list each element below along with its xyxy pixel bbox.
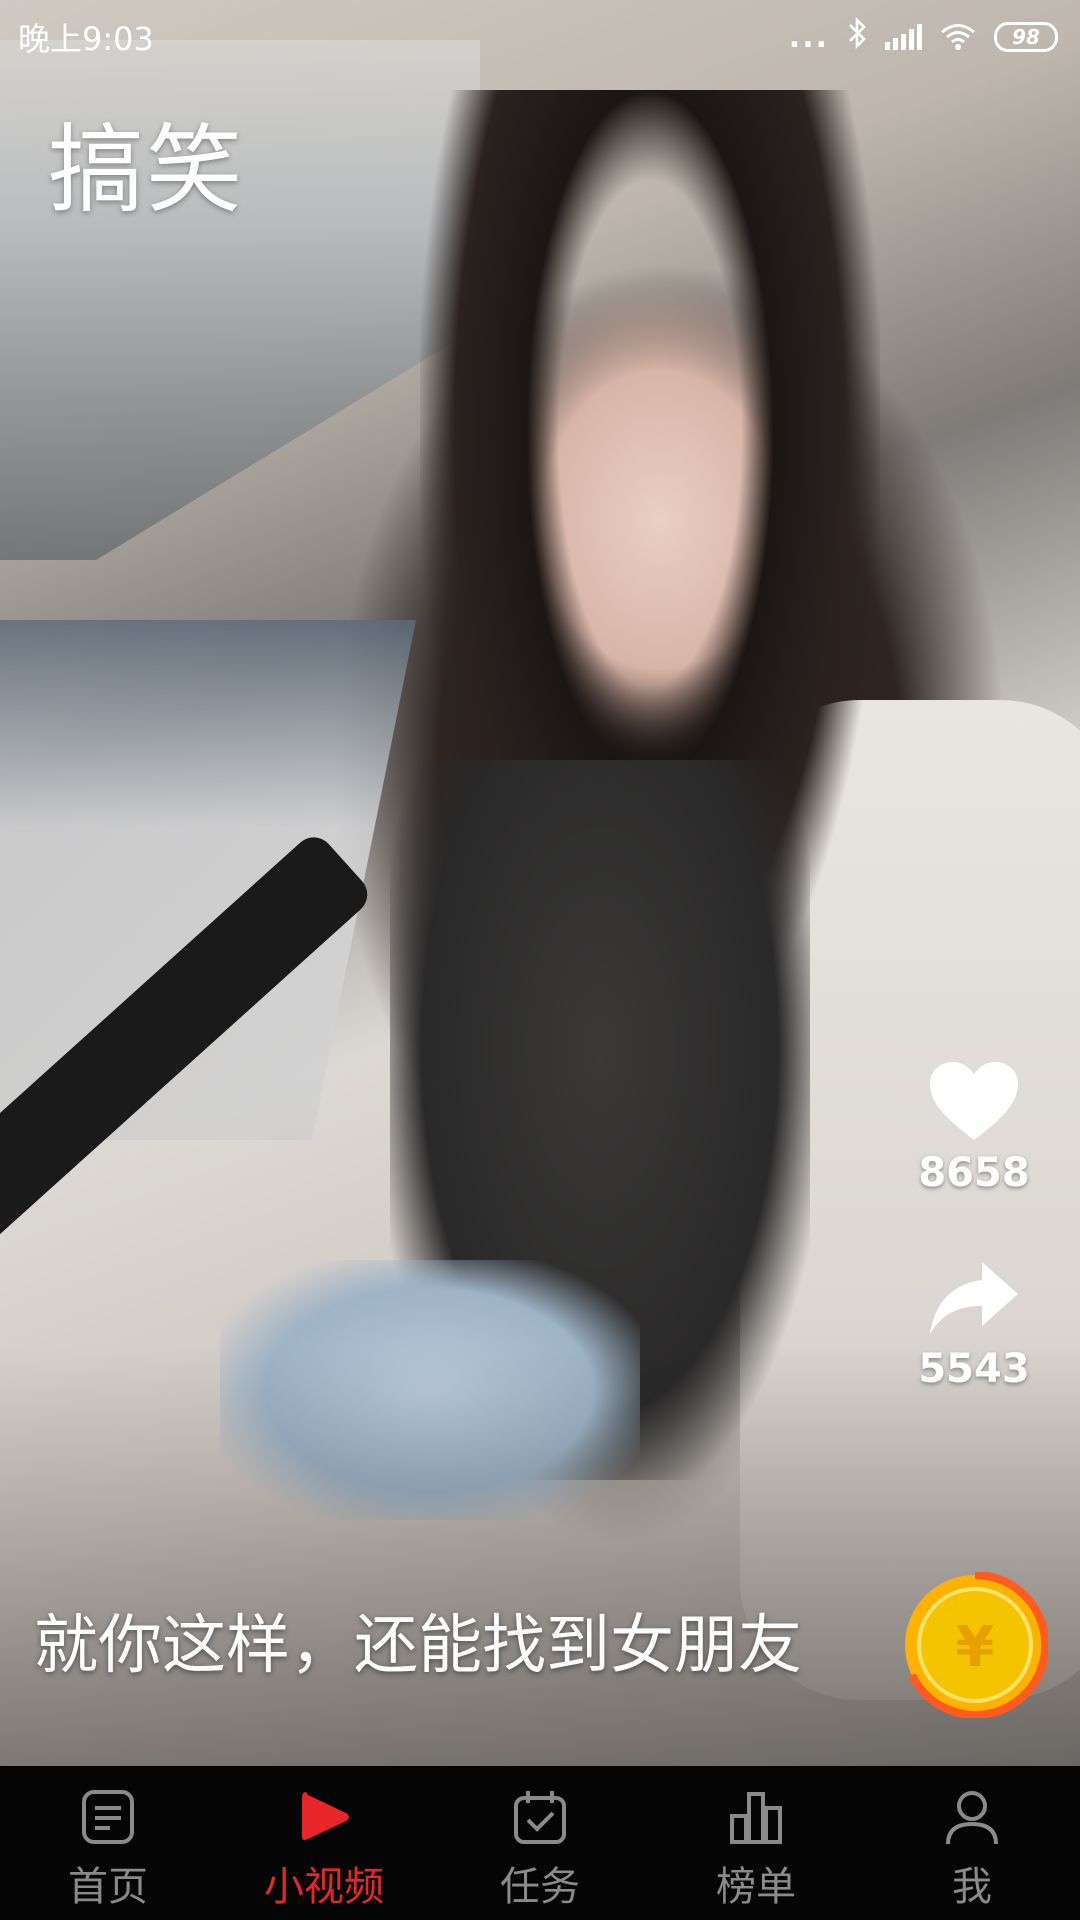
share-arrow-icon — [930, 1262, 1018, 1334]
like-count: 8658 — [918, 1150, 1030, 1196]
wifi-icon — [940, 23, 976, 51]
tab-tasks[interactable]: 任务 — [432, 1766, 648, 1920]
tab-home[interactable]: 首页 — [0, 1766, 216, 1920]
tab-home-label: 首页 — [68, 1864, 148, 1910]
coin-reward-button[interactable]: ¥ — [902, 1570, 1050, 1719]
coin-icon: ¥ — [905, 1570, 1050, 1719]
calendar-check-icon — [514, 1791, 566, 1844]
category-title: 搞笑 — [48, 114, 244, 226]
play-icon — [302, 1792, 349, 1840]
bar-chart-icon — [730, 1792, 782, 1844]
share-count: 5543 — [918, 1346, 1030, 1392]
share-button[interactable]: 5543 — [914, 1258, 1034, 1392]
tab-rankings-label: 榜单 — [716, 1864, 796, 1910]
document-icon — [82, 1790, 134, 1844]
svg-text:¥: ¥ — [956, 1615, 995, 1680]
tab-short-video[interactable]: 小视频 — [216, 1766, 432, 1920]
tab-me[interactable]: 我 — [864, 1766, 1080, 1920]
status-time: 晚上9:03 — [18, 20, 154, 58]
heart-icon — [930, 1062, 1018, 1140]
status-icons: ... 98 — [788, 16, 1058, 57]
battery-indicator: 98 — [994, 22, 1058, 52]
bluetooth-icon — [847, 16, 867, 57]
tab-rankings[interactable]: 榜单 — [648, 1766, 864, 1920]
tab-short-video-label: 小视频 — [264, 1864, 384, 1910]
more-dots-icon: ... — [788, 19, 829, 55]
user-icon — [946, 1791, 998, 1845]
bottom-tab-bar: 首页 小视频 任务 榜单 我 — [0, 1766, 1080, 1920]
action-column: 8658 5543 — [914, 1060, 1034, 1454]
video-caption: 就你这样，还能找到女朋友 — [34, 1609, 802, 1683]
signal-icon — [885, 24, 922, 50]
status-bar: 晚上9:03 ... 98 — [0, 0, 1080, 74]
tab-me-label: 我 — [952, 1864, 992, 1910]
video-player[interactable] — [0, 0, 1080, 1766]
like-button[interactable]: 8658 — [914, 1060, 1034, 1196]
tab-tasks-label: 任务 — [500, 1864, 580, 1910]
